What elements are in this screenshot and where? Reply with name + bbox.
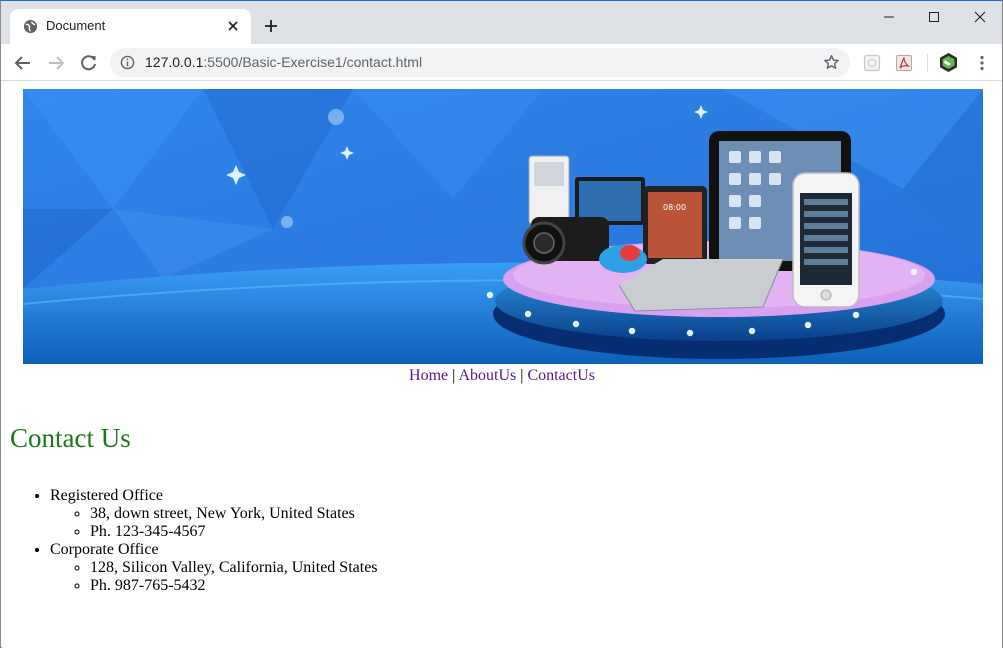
nav-link-home[interactable]: Home [409, 367, 448, 384]
site-nav: Home | AboutUs | ContactUs [2, 367, 1002, 385]
forward-arrow-icon[interactable] [46, 53, 66, 73]
toolbar-separator [927, 54, 928, 72]
nav-separator: | [452, 367, 456, 384]
electronics-banner-illustration: 08:00 [23, 89, 983, 364]
close-tab-icon[interactable] [225, 18, 241, 34]
browser-window: Document 127.0.0.1:5500/Basic-Exercise1/… [0, 0, 1003, 648]
address-bar[interactable]: 127.0.0.1:5500/Basic-Exercise1/contact.h… [110, 48, 850, 77]
browser-tab[interactable]: Document [10, 9, 251, 44]
minimize-icon[interactable] [877, 7, 901, 27]
back-arrow-icon[interactable] [13, 53, 33, 73]
maximize-icon[interactable] [922, 7, 946, 27]
page-title: Contact Us [10, 423, 131, 453]
close-window-icon[interactable] [968, 7, 992, 27]
office-list: Registered Office 38, down street, New Y… [10, 487, 378, 595]
list-item-corporate-office: Corporate Office 128, Silicon Valley, Ca… [50, 541, 378, 595]
profile-extension-icon[interactable] [938, 52, 959, 73]
url-host: 127.0.0.1 [145, 54, 204, 70]
nav-separator: | [520, 367, 524, 384]
new-tab-icon[interactable] [262, 17, 280, 35]
globe-icon [23, 19, 38, 34]
url-path: /Basic-Exercise1/contact.html [238, 54, 423, 70]
banner-image: 08:00 [23, 89, 983, 364]
nav-link-about[interactable]: AboutUs [458, 367, 516, 384]
info-icon[interactable] [120, 55, 135, 70]
office-address: 38, down street, New York, United States [90, 505, 378, 523]
reload-icon[interactable] [79, 53, 99, 73]
url-text[interactable]: 127.0.0.1:5500/Basic-Exercise1/contact.h… [145, 54, 422, 70]
nav-link-contact[interactable]: ContactUs [527, 367, 595, 384]
url-port: :5500 [203, 54, 239, 70]
pdf-extension-icon[interactable] [895, 54, 913, 72]
office-address: 128, Silicon Valley, California, United … [90, 559, 378, 577]
bookmark-star-icon[interactable] [823, 54, 840, 71]
office-details: 128, Silicon Valley, California, United … [50, 559, 378, 595]
page-content: 08:00 Home | AboutUs | ContactUs Contact… [2, 82, 1002, 648]
office-phone: Ph. 123-345-4567 [90, 523, 378, 541]
extension-grid-icon[interactable] [863, 54, 881, 72]
office-details: 38, down street, New York, United States… [50, 505, 378, 541]
office-phone: Ph. 987-765-5432 [90, 577, 378, 595]
office-name: Registered Office [50, 487, 163, 504]
office-name: Corporate Office [50, 541, 159, 558]
browser-toolbar: 127.0.0.1:5500/Basic-Exercise1/contact.h… [1, 44, 1002, 81]
menu-dots-icon[interactable] [973, 54, 991, 72]
tablet-clock-text: 08:00 [663, 203, 686, 212]
list-item-registered-office: Registered Office 38, down street, New Y… [50, 487, 378, 541]
tab-strip: Document [1, 1, 1002, 44]
tab-title: Document [46, 18, 106, 33]
